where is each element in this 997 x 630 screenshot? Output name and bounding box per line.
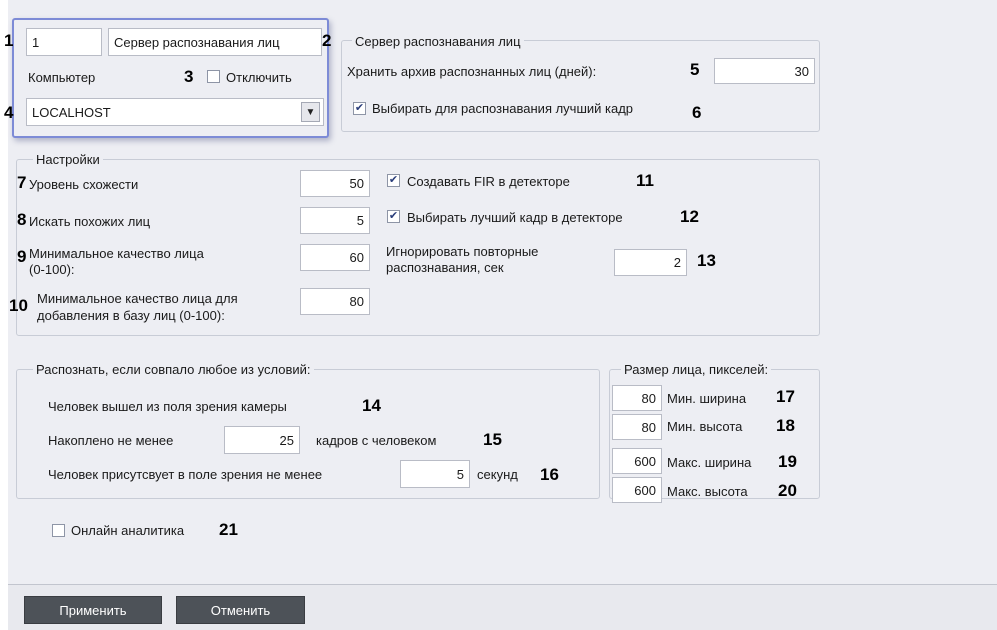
cancel-button[interactable]: Отменить xyxy=(176,596,305,624)
callout-6: 6 xyxy=(692,103,702,122)
seconds-label: секунд xyxy=(477,467,518,482)
min-quality-label-line1: Минимальное качество лица xyxy=(29,246,204,261)
callout-8: 8 xyxy=(17,210,27,229)
ignore-repeat-label-line1: Игнорировать повторные xyxy=(386,244,539,259)
max-height-field[interactable]: 600 xyxy=(612,477,662,503)
callout-12: 12 xyxy=(680,207,699,226)
accumulated-label: Накоплено не менее xyxy=(48,433,174,448)
best-frame-label: Выбирать для распознавания лучший кадр xyxy=(372,101,634,116)
computer-select[interactable]: LOCALHOST xyxy=(26,98,324,126)
chevron-down-icon: ▼ xyxy=(305,106,316,118)
present-label: Человек присутсвует в поле зрения не мен… xyxy=(48,467,323,482)
min-quality-db-field[interactable]: 80 xyxy=(300,288,370,315)
server-group xyxy=(341,40,820,132)
min-quality-db-label-line2: добавления в базу лиц (0-100): xyxy=(37,308,225,323)
online-analytics-label: Онлайн аналитика xyxy=(71,523,185,538)
frames-label: кадров с человеком xyxy=(316,433,437,448)
computer-select-value: LOCALHOST xyxy=(32,104,111,120)
min-height-label: Мин. высота xyxy=(667,419,743,434)
left-fov-label: Человек вышел из поля зрения камеры xyxy=(48,399,287,414)
disable-checkbox[interactable] xyxy=(207,70,220,83)
online-analytics-checkbox[interactable] xyxy=(52,524,65,537)
apply-button[interactable]: Применить xyxy=(24,596,162,624)
callout-11: 11 xyxy=(636,171,654,190)
callout-21: 21 xyxy=(219,520,238,539)
min-quality-label-line2: (0-100): xyxy=(29,262,75,277)
min-height-field[interactable]: 80 xyxy=(612,414,662,440)
server-id-field[interactable]: 1 xyxy=(26,28,102,56)
min-width-field[interactable]: 80 xyxy=(612,385,662,411)
min-quality-field[interactable]: 60 xyxy=(300,244,370,271)
server-name-field[interactable]: Сервер распознавания лиц xyxy=(108,28,322,56)
checkmark-icon: ✔ xyxy=(388,210,399,222)
disable-label: Отключить xyxy=(226,70,292,85)
search-similar-field[interactable]: 5 xyxy=(300,207,370,234)
callout-20: 20 xyxy=(778,481,797,500)
callout-17: 17 xyxy=(776,387,795,406)
best-frame-checkbox[interactable]: ✔ xyxy=(353,102,366,115)
callout-2: 2 xyxy=(322,31,332,50)
checkmark-icon: ✔ xyxy=(354,102,365,114)
archive-days-label: Хранить архив распознанных лиц (дней): xyxy=(347,64,597,79)
callout-5: 5 xyxy=(690,60,700,79)
callout-1: 1 xyxy=(4,31,14,50)
present-field[interactable]: 5 xyxy=(400,460,470,488)
callout-15: 15 xyxy=(483,430,502,449)
best-frame-detector-label: Выбирать лучший кадр в детекторе xyxy=(407,210,623,225)
callout-10: 10 xyxy=(9,296,28,315)
max-width-field[interactable]: 600 xyxy=(612,448,662,474)
callout-16: 16 xyxy=(540,465,559,484)
best-frame-detector-checkbox[interactable]: ✔ xyxy=(387,210,400,223)
checkmark-icon: ✔ xyxy=(388,174,399,186)
callout-3: 3 xyxy=(184,67,194,86)
settings-group-title: Настройки xyxy=(33,152,103,167)
callout-19: 19 xyxy=(778,452,797,471)
callout-9: 9 xyxy=(17,247,27,266)
similarity-label: Уровень схожести xyxy=(29,177,139,192)
max-height-label: Макс. высота xyxy=(667,484,748,499)
ignore-repeat-label-line2: распознавания, сек xyxy=(386,260,504,275)
callout-4: 4 xyxy=(4,103,14,122)
min-width-label: Мин. ширина xyxy=(667,391,747,406)
create-fir-checkbox[interactable]: ✔ xyxy=(387,174,400,187)
callout-7: 7 xyxy=(17,173,27,192)
min-quality-db-label-line1: Минимальное качество лица для xyxy=(37,291,238,306)
create-fir-label: Создавать FIR в детекторе xyxy=(407,174,570,189)
search-similar-label: Искать похожих лиц xyxy=(29,214,151,229)
archive-days-field[interactable]: 30 xyxy=(714,58,815,84)
computer-select-dropdown-button[interactable]: ▼ xyxy=(301,102,320,122)
callout-14: 14 xyxy=(362,396,381,415)
similarity-field[interactable]: 50 xyxy=(300,170,370,197)
accumulated-field[interactable]: 25 xyxy=(224,426,300,454)
computer-label: Компьютер xyxy=(28,70,96,85)
server-group-title: Сервер распознавания лиц xyxy=(352,34,524,49)
callout-18: 18 xyxy=(776,416,795,435)
ignore-repeat-field[interactable]: 2 xyxy=(614,249,687,276)
max-width-label: Макс. ширина xyxy=(667,455,752,470)
recognize-group-title: Распознать, если совпало любое из услови… xyxy=(33,362,314,377)
face-size-group-title: Размер лица, пикселей: xyxy=(621,362,772,377)
callout-13: 13 xyxy=(697,251,716,270)
